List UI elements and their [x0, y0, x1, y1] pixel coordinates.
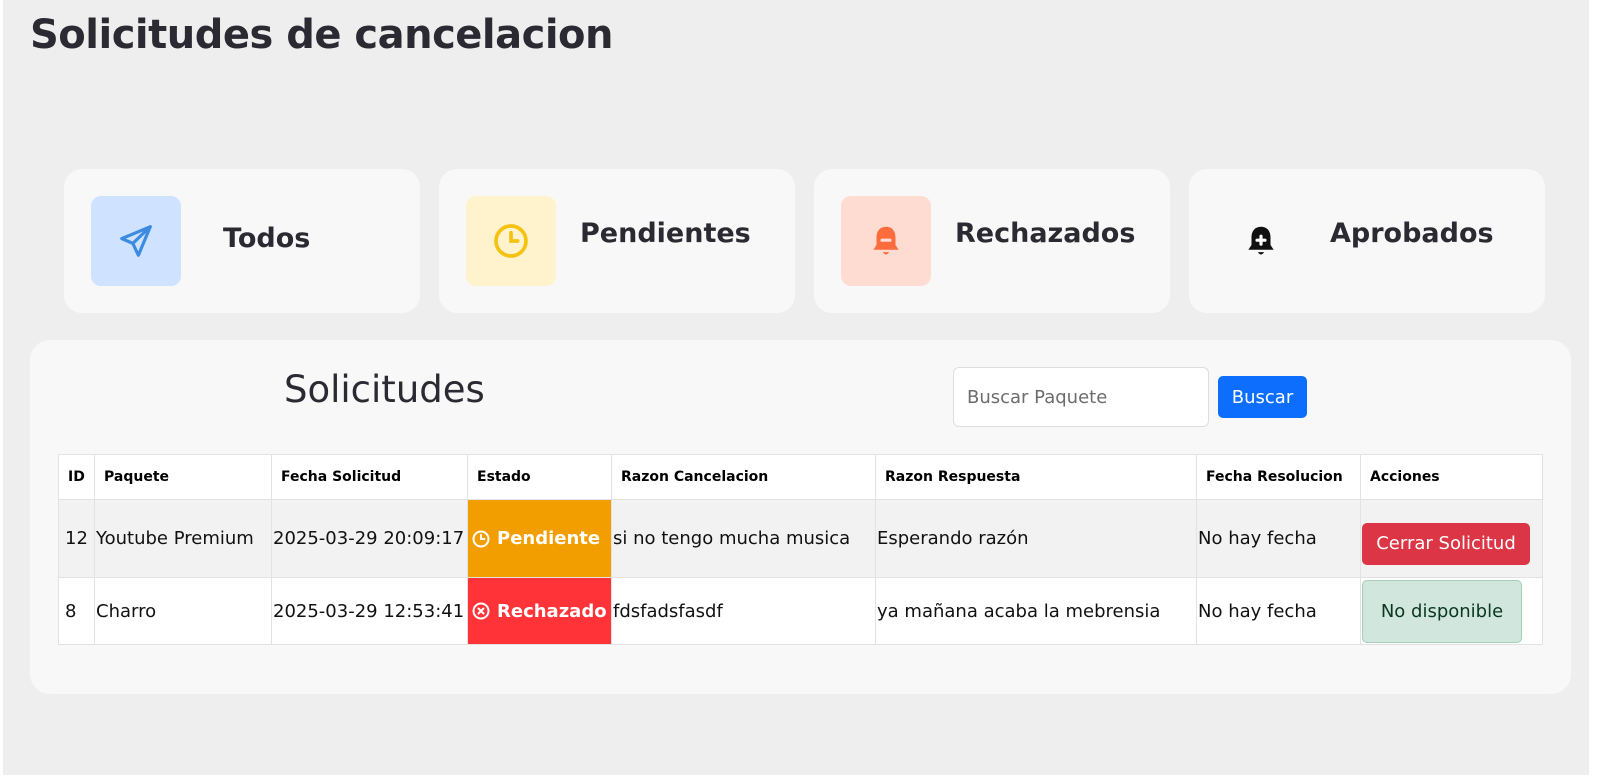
- cell-acciones: Cerrar Solicitud: [1360, 499, 1543, 578]
- clock-icon: [494, 224, 528, 258]
- page-title: Solicitudes de cancelacion: [30, 12, 614, 58]
- header-razon-cancelacion: Razon Cancelacion: [611, 454, 876, 500]
- cell-id: 8: [58, 577, 95, 645]
- card-icon-box: [91, 196, 181, 286]
- filter-card-aprobados[interactable]: Aprobados: [1189, 169, 1545, 313]
- status-badge: Pendiente: [467, 499, 612, 578]
- header-fecha-solicitud: Fecha Solicitud: [271, 454, 468, 500]
- panel-title: Solicitudes: [284, 368, 485, 411]
- table-row: 12 Youtube Premium 2025-03-29 20:09:17 P…: [58, 499, 1543, 578]
- card-icon-box: [466, 196, 556, 286]
- filter-card-pendientes[interactable]: Pendientes: [439, 169, 795, 313]
- card-label-rechazados: Rechazados: [955, 218, 1136, 249]
- close-request-button[interactable]: Cerrar Solicitud: [1362, 522, 1530, 565]
- requests-table: ID Paquete Fecha Solicitud Estado Razon …: [58, 454, 1543, 645]
- status-label: Pendiente: [497, 528, 601, 549]
- table-row: 8 Charro 2025-03-29 12:53:41 Rechazado f…: [58, 577, 1543, 645]
- paper-plane-icon: [120, 225, 152, 257]
- cell-razon-cancelacion: fdsfadsfasdf: [611, 577, 876, 645]
- clock-icon: [472, 530, 490, 547]
- status-badge: Rechazado: [467, 577, 612, 645]
- header-razon-respuesta: Razon Respuesta: [875, 454, 1197, 500]
- cell-paquete: Charro: [94, 577, 272, 645]
- search-input[interactable]: [953, 367, 1209, 427]
- card-icon-box: [1216, 196, 1306, 286]
- filter-card-rechazados[interactable]: Rechazados: [814, 169, 1170, 313]
- header-estado: Estado: [467, 454, 612, 500]
- bell-plus-icon: [1248, 226, 1274, 255]
- cell-razon-cancelacion: si no tengo mucha musica: [611, 499, 876, 578]
- header-id: ID: [58, 454, 95, 500]
- window-left-edge: [0, 0, 3, 775]
- header-fecha-resolucion: Fecha Resolucion: [1196, 454, 1361, 500]
- card-label-pendientes: Pendientes: [580, 218, 751, 249]
- not-available-button[interactable]: No disponible: [1362, 579, 1522, 643]
- header-acciones: Acciones: [1360, 454, 1543, 500]
- requests-panel: Solicitudes Buscar ID Paquete Fecha Soli…: [30, 340, 1571, 694]
- window-scrollbar-track[interactable]: [1589, 0, 1602, 775]
- cell-acciones: No disponible: [1360, 577, 1543, 645]
- bell-minus-icon: [873, 226, 899, 255]
- cell-paquete: Youtube Premium: [94, 499, 272, 578]
- cell-fecha-solicitud: 2025-03-29 12:53:41: [271, 577, 468, 645]
- cell-razon-respuesta: Esperando razón: [875, 499, 1197, 578]
- card-icon-box: [841, 196, 931, 286]
- table-header-row: ID Paquete Fecha Solicitud Estado Razon …: [58, 454, 1543, 500]
- cell-fecha-resolucion: No hay fecha: [1196, 577, 1361, 645]
- cell-id: 12: [58, 499, 95, 578]
- cell-razon-respuesta: ya mañana acaba la mebrensia: [875, 577, 1197, 645]
- filter-card-todos[interactable]: Todos: [64, 169, 420, 313]
- header-paquete: Paquete: [94, 454, 272, 500]
- card-label-todos: Todos: [223, 223, 311, 254]
- x-circle-icon: [472, 602, 490, 620]
- card-label-aprobados: Aprobados: [1330, 218, 1494, 249]
- cell-fecha-resolucion: No hay fecha: [1196, 499, 1361, 578]
- status-label: Rechazado: [497, 600, 607, 622]
- search-button[interactable]: Buscar: [1218, 376, 1307, 418]
- cell-fecha-solicitud: 2025-03-29 20:09:17: [271, 499, 468, 578]
